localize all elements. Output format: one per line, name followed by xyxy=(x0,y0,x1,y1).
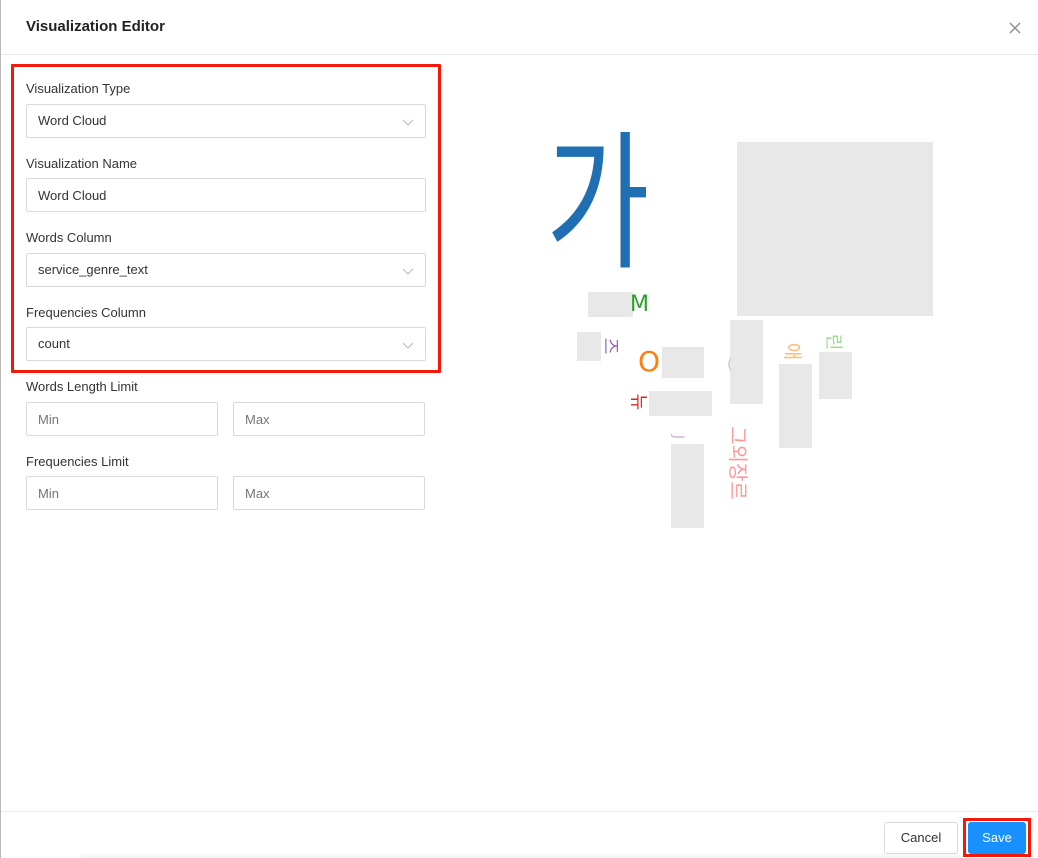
save-button[interactable]: Save xyxy=(968,822,1026,854)
visualization-type-select[interactable]: Word Cloud xyxy=(26,104,426,138)
word-placeholder-box xyxy=(819,352,852,399)
word-jeu: 즈 xyxy=(599,337,621,355)
frequencies-column-label: Frequencies Column xyxy=(26,305,146,320)
dialog-footer xyxy=(1,811,1038,858)
word-placeholder-box xyxy=(577,332,601,361)
word-placeholder-box xyxy=(779,364,812,448)
words-column-value: service_genre_text xyxy=(38,262,148,277)
word-placeholder-box xyxy=(737,142,933,316)
words-column-select[interactable]: service_genre_text xyxy=(26,253,426,287)
word-placeholder-box xyxy=(588,292,633,317)
frequencies-min-input[interactable] xyxy=(26,476,218,510)
chevron-down-icon xyxy=(402,116,414,128)
visualization-editor-dialog: Visualization Editor Visualization Type … xyxy=(0,0,1038,858)
word-placeholder-box xyxy=(649,391,712,416)
word-ga: 가 xyxy=(546,118,650,292)
dialog-header: Visualization Editor xyxy=(1,0,1038,55)
word-paren: ( xyxy=(727,357,733,373)
chevron-down-icon xyxy=(402,339,414,351)
word-other-genre: 그외장르 xyxy=(725,426,750,500)
visualization-name-input[interactable] xyxy=(26,178,426,212)
dialog-title: Visualization Editor xyxy=(26,18,165,35)
word-nyu: 뉴 xyxy=(627,393,649,411)
close-icon[interactable] xyxy=(1005,18,1025,38)
visualization-type-value: Word Cloud xyxy=(38,113,107,128)
words-column-label: Words Column xyxy=(26,230,112,245)
chevron-down-icon xyxy=(402,265,414,277)
words-length-limit-label: Words Length Limit xyxy=(26,379,138,394)
cancel-button[interactable]: Cancel xyxy=(884,822,958,854)
word-m: M xyxy=(630,292,649,317)
word-placeholder-box xyxy=(730,320,763,404)
word-cloud-preview: 가 M 즈 O 뉴 애 린 그외장르 J ( xyxy=(531,130,951,540)
frequencies-column-select[interactable]: count xyxy=(26,327,426,361)
footer-shadow xyxy=(81,852,961,858)
words-length-min-input[interactable] xyxy=(26,402,218,436)
word-placeholder-box xyxy=(662,347,704,378)
frequencies-limit-label: Frequencies Limit xyxy=(26,454,129,469)
word-placeholder-box xyxy=(671,444,704,528)
word-j: J xyxy=(670,434,687,440)
word-rin: 린 xyxy=(822,333,844,351)
words-length-max-input[interactable] xyxy=(233,402,425,436)
visualization-name-label: Visualization Name xyxy=(26,156,138,171)
frequencies-max-input[interactable] xyxy=(233,476,425,510)
frequencies-column-value: count xyxy=(38,336,70,351)
visualization-type-label: Visualization Type xyxy=(26,81,131,96)
word-o: O xyxy=(638,345,661,378)
word-ae: 애 xyxy=(781,342,804,361)
